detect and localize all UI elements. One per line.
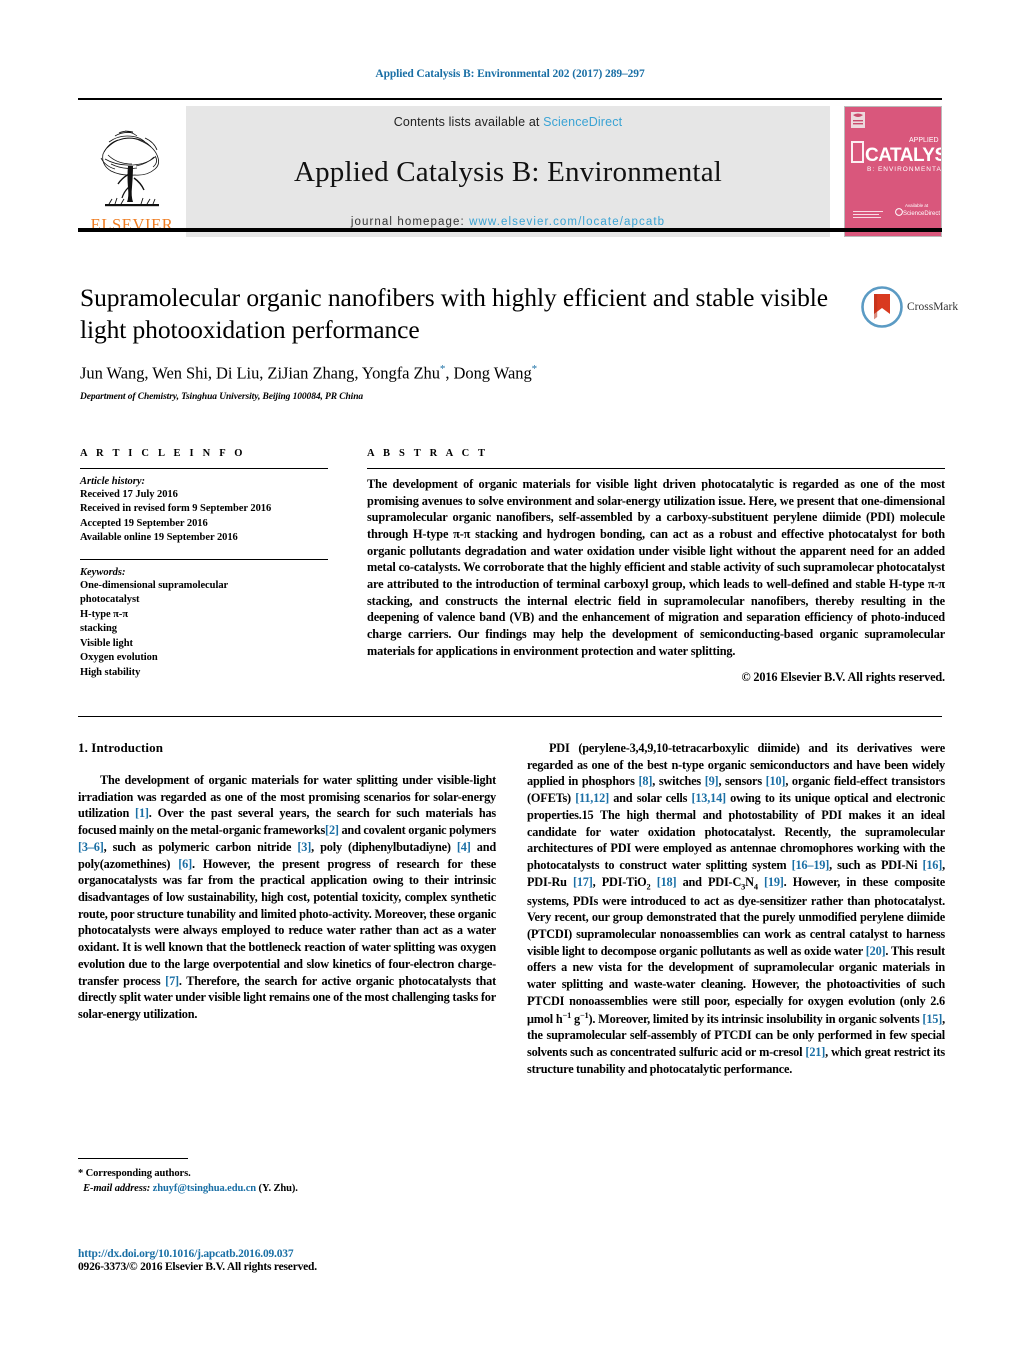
- article-history-item: Received in revised form 9 September 201…: [80, 503, 272, 515]
- body-column-left: 1. Introduction The development of organ…: [78, 740, 496, 1033]
- issn-copyright-line: 0926-3373/© 2016 Elsevier B.V. All right…: [78, 1261, 317, 1273]
- abstract-text: The development of organic materials for…: [367, 477, 945, 658]
- journal-cover-thumbnail: CATALYSIS APPLIED B: ENVIRONMENTAL Avail…: [844, 106, 942, 237]
- affiliation: Department of Chemistry, Tsinghua Univer…: [80, 391, 364, 402]
- article-history-item: Received 17 July 2016: [80, 489, 178, 500]
- sciencedirect-link[interactable]: ScienceDirect: [543, 115, 622, 129]
- keyword-item: Visible light: [80, 637, 133, 649]
- email-label: E-mail address:: [83, 1183, 151, 1195]
- keyword-item: High stability: [80, 666, 141, 678]
- email-link[interactable]: zhuyf@tsinghua.edu.cn: [153, 1183, 256, 1194]
- paragraph: PDI (perylene-3,4,9,10-tetracarboxylic d…: [527, 741, 946, 1076]
- abstract-heading: A B S T R A C T: [367, 448, 489, 459]
- elsevier-wordmark: ELSEVIER: [90, 215, 174, 234]
- svg-text:APPLIED: APPLIED: [909, 137, 939, 144]
- email-note: E-mail address: zhuyf@tsinghua.edu.cn (Y…: [78, 1182, 496, 1197]
- page-title: Supramolecular organic nanofibers with h…: [80, 283, 828, 345]
- crossmark-badge[interactable]: CrossMark: [861, 283, 961, 331]
- author-list: Jun Wang, Wen Shi, Di Liu, ZiJian Zhang,…: [80, 363, 538, 383]
- doi-block: http://dx.doi.org/10.1016/j.apcatb.2016.…: [78, 1248, 548, 1273]
- corresponding-author-note: * Corresponding authors.: [78, 1168, 191, 1180]
- article-info-heading: A R T I C L E I N F O: [80, 448, 246, 459]
- journal-band: Contents lists available at ScienceDirec…: [186, 106, 830, 237]
- running-head: Applied Catalysis B: Environmental 202 (…: [375, 68, 645, 80]
- body-column-right: PDI (perylene-3,4,9,10-tetracarboxylic d…: [527, 740, 945, 1088]
- title-block: Supramolecular organic nanofibers with h…: [80, 282, 850, 402]
- email-suffix: (Y. Zhu).: [258, 1183, 298, 1195]
- keyword-item: One-dimensional supramolecular: [80, 579, 229, 591]
- article-info-rule: [80, 468, 328, 469]
- svg-text:ScienceDirect: ScienceDirect: [903, 211, 940, 217]
- journal-title: Applied Catalysis B: Environmental: [293, 156, 723, 188]
- keyword-item: photocatalyst: [80, 594, 140, 606]
- paragraph: The development of organic materials for…: [78, 773, 496, 1022]
- contents-prefix: Contents lists available at: [393, 115, 544, 129]
- article-info-column: A R T I C L E I N F O Article history: R…: [80, 448, 328, 680]
- abstract-copyright: © 2016 Elsevier B.V. All rights reserved…: [741, 670, 945, 685]
- article-history-item: Accepted 19 September 2016: [80, 517, 208, 529]
- journal-homepage-line: journal homepage: www.elsevier.com/locat…: [351, 216, 665, 228]
- doi-link[interactable]: http://dx.doi.org/10.1016/j.apcatb.2016.…: [78, 1248, 548, 1260]
- keyword-item: H-type π-π: [80, 608, 129, 620]
- journal-homepage-link[interactable]: www.elsevier.com/locate/apcatb: [469, 216, 665, 228]
- svg-text:Available at: Available at: [905, 203, 929, 208]
- svg-text:B: ENVIRONMENTAL: B: ENVIRONMENTAL: [867, 166, 941, 173]
- section-heading-introduction: 1. Introduction: [78, 740, 164, 755]
- elsevier-logo: ELSEVIER: [78, 106, 186, 237]
- masthead-bottom-rule: [78, 228, 942, 232]
- keywords-rule: [80, 558, 328, 560]
- keyword-item: Oxygen evolution: [80, 652, 158, 664]
- homepage-prefix: journal homepage:: [350, 216, 470, 228]
- article-history-item: Available online 19 September 2016: [80, 532, 238, 544]
- keyword-item: stacking: [80, 623, 117, 635]
- abstract-column: A B S T R A C T The development of organ…: [367, 448, 945, 685]
- journal-article-page: Applied Catalysis B: Environmental 202 (…: [0, 0, 1020, 1351]
- journal-masthead: ELSEVIER Contents lists available at Sci…: [78, 98, 942, 237]
- contents-available-line: Contents lists available at ScienceDirec…: [394, 115, 622, 129]
- article-history-label: Article history:: [80, 476, 146, 487]
- svg-text:CATALYSIS: CATALYSIS: [865, 145, 941, 166]
- crossmark-label: CrossMark: [907, 301, 959, 313]
- crossmark-icon: [861, 286, 903, 328]
- elsevier-tree-icon: [100, 130, 159, 207]
- cover-artwork: CATALYSIS APPLIED B: ENVIRONMENTAL Avail…: [845, 107, 941, 231]
- footnote-block: * Corresponding authors. E-mail address:…: [78, 1158, 496, 1197]
- keywords-label: Keywords:: [80, 566, 126, 578]
- abstract-rule: [367, 468, 945, 469]
- footnote-rule: [78, 1158, 188, 1160]
- body-top-rule: [78, 716, 942, 717]
